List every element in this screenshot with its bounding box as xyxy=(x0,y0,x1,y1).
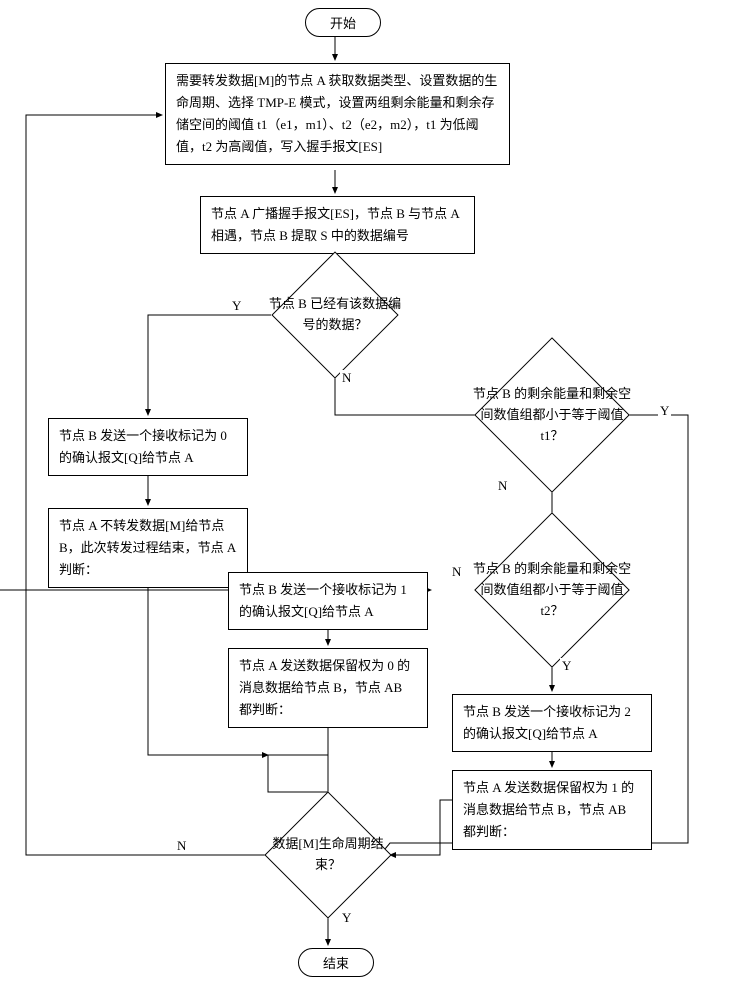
process-mark-1: 节点 B 发送一个接收标记为 1 的确认报文[Q]给节点 A xyxy=(228,572,428,630)
label-d3-yes: Y xyxy=(560,658,573,674)
process-no-forward: 节点 A 不转发数据[M]给节点 B，此次转发过程结束，节点 A 判断： xyxy=(48,508,248,588)
decision-threshold-t2: 节点 B 的剩余能量和剩余空间数值组都小于等于阈值 t2？ xyxy=(497,535,607,645)
decision-threshold-t1: 节点 B 的剩余能量和剩余空间数值组都小于等于阈值 t1？ xyxy=(497,360,607,470)
process-mark-0: 节点 B 发送一个接收标记为 0 的确认报文[Q]给节点 A xyxy=(48,418,248,476)
end-terminal: 结束 xyxy=(298,948,374,977)
process-broadcast: 节点 A 广播握手报文[ES]，节点 B 与节点 A 相遇，节点 B 提取 S … xyxy=(200,196,475,254)
label-d1-no: N xyxy=(340,370,353,386)
process-send-retain-0: 节点 A 发送数据保留权为 0 的消息数据给节点 B，节点 AB 都判断： xyxy=(228,648,428,728)
process-send-retain-1: 节点 A 发送数据保留权为 1 的消息数据给节点 B，节点 AB 都判断： xyxy=(452,770,652,850)
decision-lifecycle-end: 数据[M]生命周期结束？ xyxy=(283,810,373,900)
label-d4-no: N xyxy=(175,838,188,854)
label-d2-no: N xyxy=(496,478,509,494)
process-init: 需要转发数据[M]的节点 A 获取数据类型、设置数据的生命周期、选择 TMP-E… xyxy=(165,63,510,165)
start-terminal: 开始 xyxy=(305,8,381,37)
decision-has-data: 节点 B 已经有该数据编号的数据？ xyxy=(290,270,380,360)
process-mark-2: 节点 B 发送一个接收标记为 2 的确认报文[Q]给节点 A xyxy=(452,694,652,752)
label-d2-yes: Y xyxy=(658,403,671,419)
label-d4-yes: Y xyxy=(340,910,353,926)
label-d3-no: N xyxy=(450,564,463,580)
label-d1-yes: Y xyxy=(230,298,243,314)
